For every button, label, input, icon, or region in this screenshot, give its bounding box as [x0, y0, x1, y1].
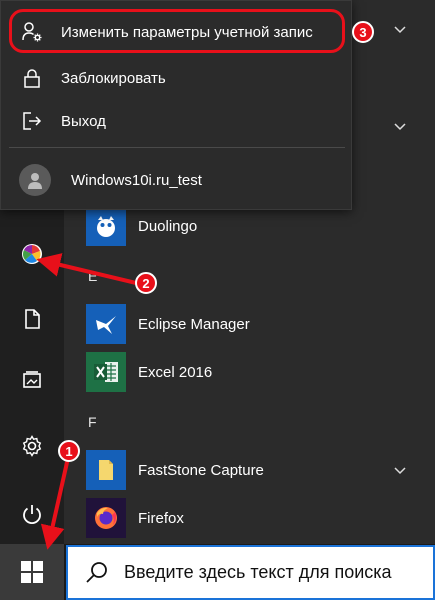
menu-item-label: Заблокировать — [61, 69, 166, 87]
annotation-badge-2: 2 — [135, 272, 157, 294]
settings-button[interactable] — [0, 422, 64, 470]
app-firefox[interactable]: Firefox — [86, 494, 435, 542]
user-name: Windows10i.ru_test — [71, 171, 202, 189]
account-menu: Изменить параметры учетной запис Заблоки… — [0, 0, 352, 210]
annotation-highlight — [9, 9, 345, 53]
search-icon — [86, 561, 107, 583]
app-label: Eclipse Manager — [138, 315, 250, 333]
account-avatar-icon — [22, 244, 42, 264]
app-label: FastStone Capture — [138, 461, 264, 479]
app-excel-2016[interactable]: Excel 2016 — [86, 348, 435, 396]
annotation-badge-1: 1 — [58, 440, 80, 462]
app-label: Excel 2016 — [138, 363, 213, 381]
app-label: Firefox — [138, 509, 184, 527]
app-label: Duolingo — [138, 217, 198, 235]
sign-out-icon — [21, 110, 43, 132]
lock-item[interactable]: Заблокировать — [1, 57, 353, 99]
duolingo-icon — [86, 206, 126, 246]
search-box[interactable]: Введите здесь текст для поиска — [66, 545, 435, 600]
settings-icon — [22, 435, 42, 457]
group-letter[interactable]: E — [88, 268, 97, 284]
chevron-down-icon[interactable] — [393, 119, 407, 133]
excel-icon — [86, 352, 126, 392]
menu-divider — [9, 147, 345, 148]
chevron-down-icon[interactable] — [393, 22, 407, 36]
sign-out-item[interactable]: Выход — [1, 100, 353, 142]
firefox-icon — [86, 498, 126, 538]
documents-icon — [25, 309, 40, 329]
group-letter[interactable]: F — [88, 414, 97, 430]
power-icon — [23, 505, 41, 525]
power-button[interactable] — [0, 490, 64, 538]
start-button[interactable] — [0, 544, 64, 600]
menu-item-label: Выход — [61, 112, 106, 130]
chevron-down-icon[interactable] — [393, 463, 407, 477]
lock-icon — [21, 67, 43, 89]
start-menu: Duolingo E Eclipse Manager Excel 2016 F … — [0, 0, 435, 544]
annotation-badge-3: 3 — [352, 21, 374, 43]
user-avatar-icon — [19, 164, 51, 196]
documents-button[interactable] — [0, 295, 64, 343]
account-avatar-button[interactable] — [0, 230, 64, 278]
eclipse-manager-icon — [86, 304, 126, 344]
folder-icon — [86, 450, 126, 490]
taskbar: Введите здесь текст для поиска — [0, 544, 435, 600]
search-placeholder: Введите здесь текст для поиска — [124, 562, 392, 582]
app-eclipse-manager[interactable]: Eclipse Manager — [86, 300, 435, 348]
user-account-item[interactable]: Windows10i.ru_test — [1, 159, 353, 201]
pictures-button[interactable] — [0, 356, 64, 404]
pictures-icon — [23, 371, 41, 388]
windows-logo-icon — [21, 561, 43, 583]
app-faststone-capture[interactable]: FastStone Capture — [86, 446, 435, 494]
